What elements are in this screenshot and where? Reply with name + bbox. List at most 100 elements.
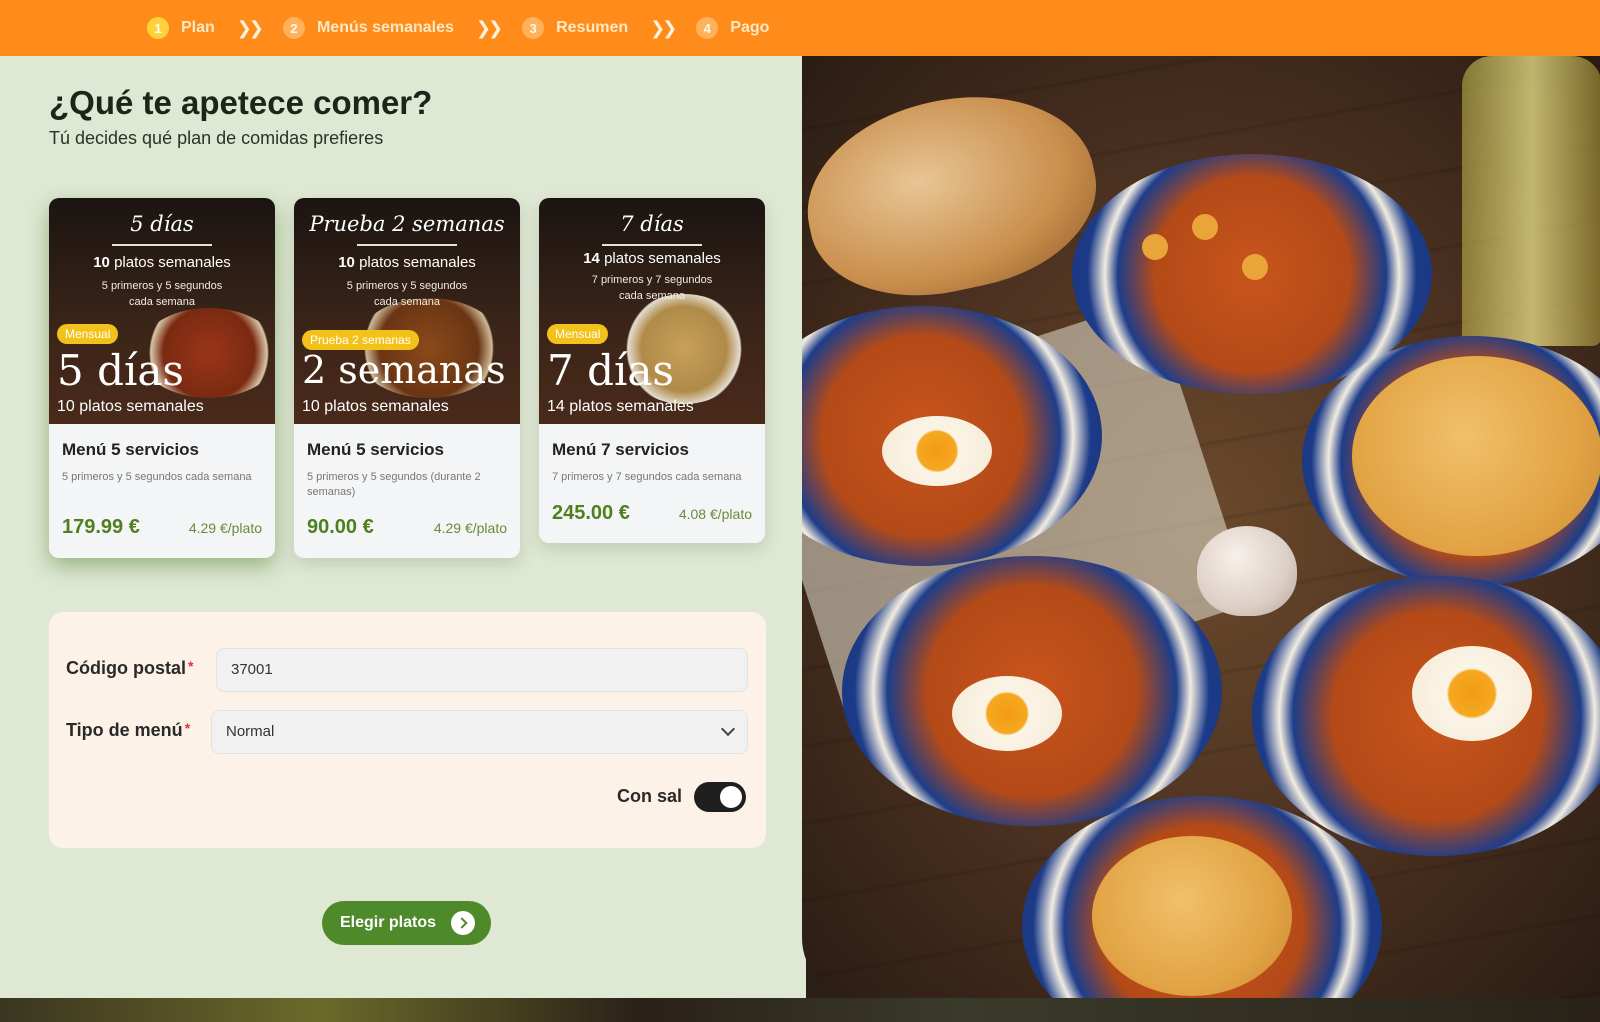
detail-line: 5 primeros y 5 segundos bbox=[346, 280, 468, 292]
page-title: ¿Qué te apetece comer? bbox=[49, 84, 433, 121]
dish-count-text: platos semanales bbox=[604, 250, 721, 267]
plan-card-big-label: 5 días bbox=[57, 346, 184, 395]
double-chevron-icon: ❯❯ bbox=[475, 17, 503, 38]
plan-card-big-sublabel: 14 platos semanales bbox=[547, 398, 694, 415]
postal-code-label-text: Código postal bbox=[66, 658, 186, 678]
plan-prices: 179.99 € 4.29 €/plato bbox=[62, 516, 262, 539]
plan-card-body: Menú 5 servicios 5 primeros y 5 segundos… bbox=[294, 424, 520, 539]
chickpea bbox=[1192, 214, 1218, 240]
dish-count: 10 bbox=[93, 254, 110, 271]
plan-card-image-title: Prueba 2 semanas bbox=[309, 212, 505, 236]
delivery-form: Código postal * 37001 Tipo de menú * Norma… bbox=[49, 612, 766, 848]
detail-line: 7 primeros y 7 segundos bbox=[591, 274, 713, 286]
step-label: Plan bbox=[181, 19, 215, 36]
plan-selection-panel: ¿Qué te apetece comer? Tú decides qué pl… bbox=[0, 56, 806, 998]
plan-name: Menú 5 servicios bbox=[307, 440, 445, 459]
fried-egg bbox=[882, 416, 992, 486]
divider bbox=[357, 244, 457, 246]
detail-line: cada semana bbox=[618, 290, 686, 302]
plan-card-image: 7 días 14 platos semanales 7 primeros y … bbox=[539, 198, 765, 424]
step-payment[interactable]: 4 Pago bbox=[696, 17, 769, 39]
menu-type-selected-value: Normal bbox=[226, 723, 275, 740]
plan-card-image-detail: 5 primeros y 5 segundos cada semana bbox=[294, 278, 520, 310]
detail-line: 5 primeros y 5 segundos bbox=[101, 280, 223, 292]
step-summary[interactable]: 3 Resumen bbox=[522, 17, 628, 39]
chevron-down-icon bbox=[720, 721, 736, 737]
bowl-pisto-egg bbox=[1252, 576, 1600, 856]
plan-price: 245.00 € bbox=[552, 502, 630, 524]
dish-count: 14 bbox=[583, 250, 600, 267]
chickpea bbox=[1142, 234, 1168, 260]
postal-code-input[interactable]: 37001 bbox=[216, 648, 748, 692]
plan-card-7-dias[interactable]: 7 días 14 platos semanales 7 primeros y … bbox=[539, 198, 765, 543]
plan-card-image-dishes: 10 platos semanales bbox=[49, 254, 275, 271]
toggle-knob bbox=[720, 786, 742, 808]
plan-name: Menú 5 servicios bbox=[62, 440, 200, 459]
menu-type-label: Tipo de menú * bbox=[66, 720, 190, 741]
step-plan[interactable]: 1 Plan bbox=[147, 17, 215, 39]
plan-description: 5 primeros y 5 segundos (durante 2 seman… bbox=[307, 471, 481, 498]
step-number: 1 bbox=[147, 17, 169, 39]
arrow-right-icon bbox=[451, 911, 475, 935]
plan-price-per-plate: 4.29 €/plato bbox=[188, 520, 262, 536]
step-weekly-menus[interactable]: 2 Menús semanales bbox=[282, 17, 454, 39]
menu-type-label-text: Tipo de menú bbox=[66, 720, 183, 740]
plan-card-big-label: 7 días bbox=[547, 346, 674, 395]
step-number: 3 bbox=[522, 17, 545, 39]
salt-toggle-label: Con sal bbox=[617, 786, 683, 806]
plan-card-image: 5 días 10 platos semanales 5 primeros y … bbox=[49, 198, 275, 424]
choose-dishes-button[interactable]: Elegir platos bbox=[322, 901, 491, 945]
step-number: 2 bbox=[282, 17, 305, 39]
plan-badge: Mensual bbox=[547, 324, 609, 344]
dish-count-text: platos semanales bbox=[114, 254, 231, 271]
divider bbox=[602, 244, 702, 246]
plan-card-body: Menú 5 servicios 5 primeros y 5 segundos… bbox=[49, 424, 275, 539]
spanish-tortilla bbox=[1352, 356, 1600, 556]
checkout-progress-bar: 1 Plan ❯❯ 2 Menús semanales ❯❯ 3 Resumen… bbox=[0, 0, 1600, 56]
hero-food-photo bbox=[802, 56, 1600, 998]
plan-card-big-label: 2 semanas bbox=[302, 348, 506, 392]
step-number: 4 bbox=[696, 17, 719, 39]
step-label: Resumen bbox=[556, 19, 629, 36]
detail-line: cada semana bbox=[373, 296, 441, 308]
detail-line: cada semana bbox=[128, 296, 196, 308]
plan-description: 7 primeros y 7 segundos cada semana bbox=[552, 471, 742, 483]
dish-count: 10 bbox=[338, 254, 355, 271]
plan-name: Menú 7 servicios bbox=[552, 440, 690, 459]
plan-card-image: Prueba 2 semanas 10 platos semanales 5 p… bbox=[294, 198, 520, 424]
spanish-tortilla bbox=[1092, 836, 1292, 996]
plan-price: 90.00 € bbox=[307, 516, 374, 538]
double-chevron-icon: ❯❯ bbox=[236, 17, 264, 38]
required-mark: * bbox=[184, 720, 191, 736]
plan-prices: 245.00 € 4.08 €/plato bbox=[552, 502, 752, 525]
required-mark: * bbox=[188, 658, 194, 674]
plan-card-big-sublabel: 10 platos semanales bbox=[57, 398, 204, 415]
plan-card-image-title: 7 días bbox=[620, 212, 684, 236]
double-chevron-icon: ❯❯ bbox=[650, 17, 677, 38]
plan-price-per-plate: 4.29 €/plato bbox=[433, 520, 507, 536]
chickpea bbox=[1242, 254, 1268, 280]
garlic-bulb bbox=[1197, 526, 1297, 616]
postal-code-label: Código postal * bbox=[66, 658, 193, 679]
plan-card-prueba-2-semanas[interactable]: Prueba 2 semanas 10 platos semanales 5 p… bbox=[294, 198, 520, 558]
fried-egg bbox=[952, 676, 1062, 751]
fried-egg bbox=[1412, 646, 1532, 741]
plan-card-image-title: 5 días bbox=[130, 212, 194, 236]
olive-oil-bottle bbox=[1462, 56, 1600, 346]
plan-description: 5 primeros y 5 segundos cada semana bbox=[62, 471, 252, 483]
plan-card-body: Menú 7 servicios 7 primeros y 7 segundos… bbox=[539, 424, 765, 525]
steps-list: 1 Plan ❯❯ 2 Menús semanales ❯❯ 3 Resumen… bbox=[147, 16, 769, 40]
plan-price-per-plate: 4.08 €/plato bbox=[678, 506, 752, 522]
menu-type-select[interactable]: Normal bbox=[211, 710, 748, 754]
salt-toggle[interactable] bbox=[694, 782, 746, 812]
plan-card-big-sublabel: 10 platos semanales bbox=[302, 398, 449, 415]
plan-card-image-dishes: 10 platos semanales bbox=[294, 254, 520, 271]
plan-card-5-dias[interactable]: 5 días 10 platos semanales 5 primeros y … bbox=[49, 198, 275, 558]
bowl-chickpea-stew-egg-2 bbox=[842, 556, 1222, 826]
choose-dishes-label: Elegir platos bbox=[340, 914, 437, 931]
plan-badge: Mensual bbox=[57, 324, 119, 344]
step-label: Pago bbox=[730, 19, 770, 36]
step-label: Menús semanales bbox=[316, 19, 454, 36]
plan-card-image-detail: 5 primeros y 5 segundos cada semana bbox=[49, 278, 275, 310]
page-subtitle: Tú decides qué plan de comidas prefieres bbox=[49, 128, 384, 148]
